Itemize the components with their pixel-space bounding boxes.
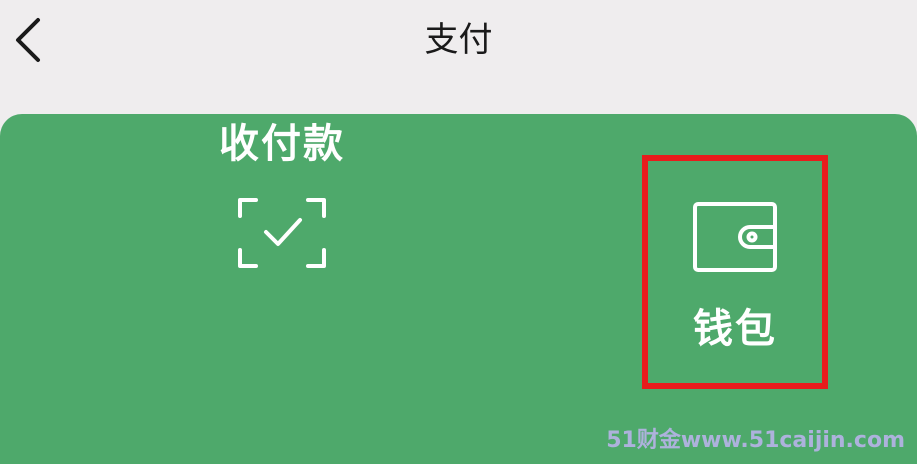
receive-pay-button[interactable]: 收付款 — [192, 121, 372, 388]
wallet-icon — [693, 202, 777, 272]
wallet-button[interactable]: 钱包 — [642, 155, 828, 389]
wallet-label: 钱包 — [693, 306, 777, 352]
pay-panel: 收付款 钱包 51财金www.51caijin.com — [0, 114, 917, 464]
scan-check-icon — [238, 198, 326, 268]
top-bar: 支付 — [0, 0, 917, 112]
page-title: 支付 — [424, 20, 493, 60]
receive-pay-label: 收付款 — [219, 121, 345, 167]
watermark: 51财金www.51caijin.com — [606, 428, 905, 453]
